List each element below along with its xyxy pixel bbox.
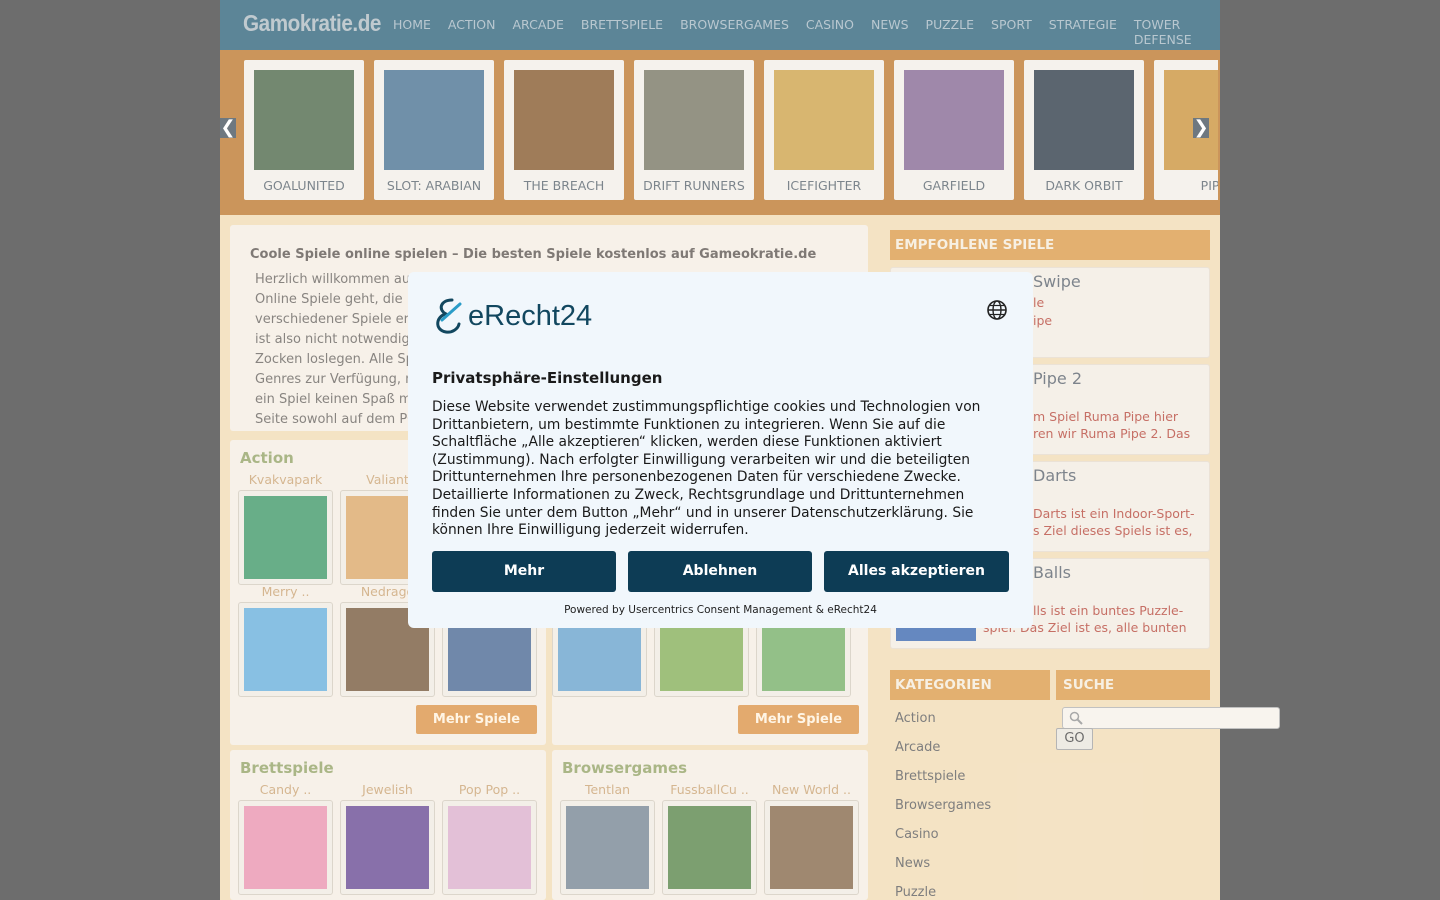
more-button[interactable]: Mehr (432, 551, 616, 592)
accept-all-button[interactable]: Alles akzeptieren (824, 551, 1009, 592)
deny-button[interactable]: Ablehnen (628, 551, 812, 592)
consent-text: Diese Website verwendet zustimmungspflic… (432, 399, 981, 539)
consent-dialog: eRecht24 Privatsphäre-Einstellungen Dies… (408, 272, 1033, 628)
consent-title: Privatsphäre-Einstellungen (432, 369, 663, 387)
globe-icon[interactable] (986, 299, 1008, 321)
powered-by: Powered by Usercentrics Consent Manageme… (564, 604, 877, 616)
erecht24-logo-text: eRecht24 (468, 299, 593, 332)
erecht24-logo-mark (436, 298, 462, 334)
erecht24-logo: eRecht24 (432, 296, 592, 336)
